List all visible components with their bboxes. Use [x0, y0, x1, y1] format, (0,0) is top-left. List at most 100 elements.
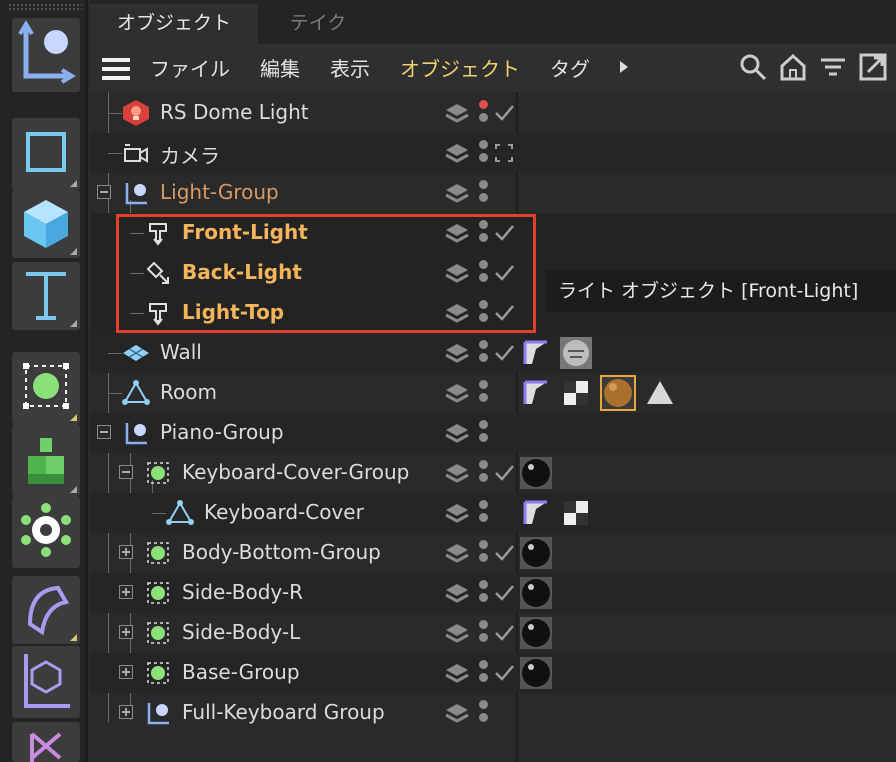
- layer-icon[interactable]: [445, 182, 469, 204]
- expand-toggle[interactable]: [119, 585, 133, 599]
- object-row[interactable]: Light-Group: [90, 173, 896, 213]
- wood-material-tag-icon[interactable]: [600, 375, 636, 411]
- enabled-check-icon[interactable]: [493, 342, 515, 364]
- text-tool-button[interactable]: [12, 262, 80, 330]
- layer-icon[interactable]: [445, 502, 469, 524]
- layer-icon[interactable]: [445, 662, 469, 684]
- field-tool-button[interactable]: [12, 722, 80, 762]
- object-row[interactable]: Wall: [90, 333, 896, 373]
- null-object-tool-button[interactable]: [12, 18, 80, 92]
- visibility-dots[interactable]: [479, 620, 489, 646]
- visibility-dots[interactable]: [479, 220, 489, 246]
- collapse-toggle[interactable]: [119, 465, 133, 479]
- object-row[interactable]: Side-Body-L: [90, 613, 896, 653]
- enabled-check-icon[interactable]: [493, 462, 515, 484]
- visibility-dots[interactable]: [479, 500, 489, 526]
- material-tag-icon[interactable]: [560, 337, 592, 369]
- expand-toggle[interactable]: [119, 545, 133, 559]
- collapse-toggle[interactable]: [97, 185, 111, 199]
- expand-toggle[interactable]: [119, 665, 133, 679]
- black-material-tag-icon[interactable]: [520, 617, 552, 649]
- uvw-tag-icon[interactable]: [520, 337, 552, 369]
- home-icon[interactable]: [778, 52, 808, 82]
- visibility-dots[interactable]: [479, 420, 489, 446]
- object-row[interactable]: Body-Bottom-Group: [90, 533, 896, 573]
- visibility-dots[interactable]: [479, 180, 489, 206]
- layer-icon[interactable]: [445, 342, 469, 364]
- enabled-check-icon[interactable]: [493, 662, 515, 684]
- visibility-dots[interactable]: [479, 700, 489, 726]
- object-row[interactable]: Side-Body-R: [90, 573, 896, 613]
- visibility-dots[interactable]: [479, 140, 489, 166]
- toolbar-grip[interactable]: [8, 3, 82, 11]
- visibility-dots[interactable]: [479, 100, 489, 126]
- enabled-check-icon[interactable]: [493, 262, 515, 284]
- menu-more-arrow-icon[interactable]: [616, 59, 632, 75]
- object-row[interactable]: カメラ: [90, 133, 896, 173]
- black-material-tag-icon[interactable]: [520, 457, 552, 489]
- cube-tool-button[interactable]: [12, 190, 80, 258]
- black-material-tag-icon[interactable]: [520, 537, 552, 569]
- menu-file[interactable]: ファイル: [150, 53, 230, 82]
- expand-toggle[interactable]: [119, 705, 133, 719]
- visibility-dots[interactable]: [479, 340, 489, 366]
- new-window-icon[interactable]: [858, 52, 888, 82]
- checker-tag-icon[interactable]: [560, 377, 592, 409]
- enabled-check-icon[interactable]: [493, 622, 515, 644]
- search-icon[interactable]: [738, 52, 768, 82]
- connect-tool-button[interactable]: [12, 352, 80, 424]
- menu-view[interactable]: 表示: [330, 53, 370, 82]
- layer-icon[interactable]: [445, 382, 469, 404]
- deformer-tool-button[interactable]: [12, 576, 80, 644]
- visibility-dots[interactable]: [479, 380, 489, 406]
- expand-toggle[interactable]: [119, 625, 133, 639]
- menu-tag[interactable]: タグ: [550, 53, 590, 82]
- black-material-tag-icon[interactable]: [520, 657, 552, 689]
- cube-primitive-tool-button[interactable]: [12, 118, 80, 190]
- filter-icon[interactable]: [818, 52, 848, 82]
- layer-icon[interactable]: [445, 702, 469, 724]
- layer-icon[interactable]: [445, 222, 469, 244]
- visibility-dots[interactable]: [479, 580, 489, 606]
- menu-edit[interactable]: 編集: [260, 53, 300, 82]
- menu-object[interactable]: オブジェクト: [400, 53, 520, 82]
- phong-triangle-icon[interactable]: [644, 377, 676, 409]
- layer-icon[interactable]: [445, 622, 469, 644]
- scene-tool-button[interactable]: [12, 646, 80, 718]
- enabled-check-icon[interactable]: [493, 302, 515, 324]
- collapse-toggle[interactable]: [97, 425, 111, 439]
- object-row[interactable]: Keyboard-Cover: [90, 493, 896, 533]
- enabled-check-icon[interactable]: [493, 102, 515, 124]
- layer-icon[interactable]: [445, 262, 469, 284]
- tab-takes[interactable]: テイク: [258, 4, 378, 44]
- checker-tag-icon[interactable]: [560, 497, 592, 529]
- layer-icon[interactable]: [445, 542, 469, 564]
- layer-icon[interactable]: [445, 422, 469, 444]
- layer-icon[interactable]: [445, 462, 469, 484]
- visibility-dots[interactable]: [479, 260, 489, 286]
- layer-icon[interactable]: [445, 142, 469, 164]
- object-row[interactable]: Piano-Group: [90, 413, 896, 453]
- layer-icon[interactable]: [445, 302, 469, 324]
- tab-objects[interactable]: オブジェクト: [90, 4, 258, 44]
- layer-icon[interactable]: [445, 582, 469, 604]
- visibility-dots[interactable]: [479, 660, 489, 686]
- object-row[interactable]: Full-Keyboard Group: [90, 693, 896, 733]
- object-row[interactable]: Room: [90, 373, 896, 413]
- visibility-dots[interactable]: [479, 300, 489, 326]
- black-material-tag-icon[interactable]: [520, 577, 552, 609]
- uvw-tag-icon[interactable]: [520, 497, 552, 529]
- object-row[interactable]: RS Dome Light: [90, 93, 896, 133]
- layer-icon[interactable]: [445, 102, 469, 124]
- object-row[interactable]: Keyboard-Cover-Group: [90, 453, 896, 493]
- enabled-check-icon[interactable]: [493, 542, 515, 564]
- visibility-dots[interactable]: [479, 540, 489, 566]
- hamburger-menu-icon[interactable]: [102, 58, 130, 80]
- camera-target-icon[interactable]: [493, 142, 515, 164]
- visibility-dots[interactable]: [479, 460, 489, 486]
- object-row[interactable]: Front-Light: [90, 213, 896, 253]
- enabled-check-icon[interactable]: [493, 582, 515, 604]
- uvw-tag-icon[interactable]: [520, 377, 552, 409]
- enabled-check-icon[interactable]: [493, 222, 515, 244]
- mograph-tool-button[interactable]: [12, 496, 80, 568]
